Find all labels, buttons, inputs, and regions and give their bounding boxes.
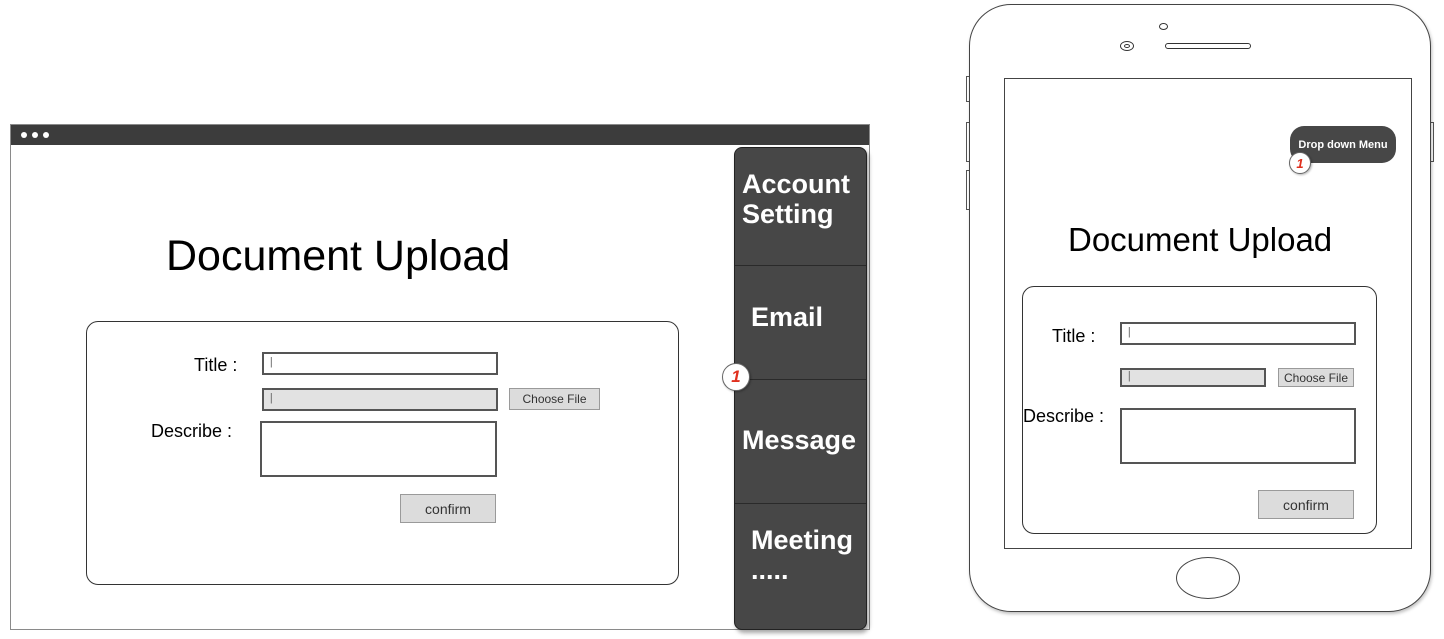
confirm-button[interactable]: confirm <box>400 494 496 523</box>
tablet-screen: Drop down Menu 1 Document Upload Title :… <box>1004 78 1412 549</box>
tablet-frame: Drop down Menu 1 Document Upload Title :… <box>969 4 1431 612</box>
page-title: Document Upload <box>166 232 511 280</box>
menu-item-meeting[interactable]: Meeting ..... <box>735 503 866 629</box>
window-dot-icon <box>32 132 38 138</box>
tablet-device: Drop down Menu 1 Document Upload Title :… <box>965 2 1439 616</box>
choose-file-button[interactable]: Choose File <box>509 388 600 410</box>
menu-item-message[interactable]: Message <box>735 379 866 503</box>
describe-label: Describe : <box>1023 406 1105 426</box>
menu-item-label: Email <box>751 302 824 332</box>
upload-form-card: Title : | | Choose File Describe : confi… <box>86 321 679 585</box>
describe-textarea[interactable] <box>1120 408 1356 464</box>
menu-item-account-setting[interactable]: Account Setting <box>735 148 866 265</box>
desktop-browser-window: Document Upload Title : | | Choose File … <box>10 124 870 630</box>
choose-file-button[interactable]: Choose File <box>1278 368 1354 387</box>
menu-item-label: Meeting <box>751 525 854 555</box>
upload-form-card: Title : | | Choose File Describe : confi… <box>1022 286 1377 534</box>
title-label: Title : <box>1052 326 1096 346</box>
describe-label: Describe : <box>151 421 233 441</box>
title-input[interactable]: | <box>1120 322 1356 345</box>
describe-textarea[interactable] <box>260 421 497 477</box>
menu-item-label: Setting <box>742 199 834 229</box>
front-camera-icon <box>1120 41 1134 51</box>
window-dot-icon <box>43 132 49 138</box>
menu-item-label: ..... <box>751 555 789 585</box>
window-dot-icon <box>21 132 27 138</box>
annotation-badge: 1 <box>1289 152 1311 174</box>
home-button[interactable] <box>1176 557 1240 599</box>
page-title: Document Upload <box>1068 221 1333 258</box>
file-path-input[interactable]: | <box>1120 368 1266 387</box>
title-input[interactable]: | <box>262 352 498 375</box>
confirm-button[interactable]: confirm <box>1258 490 1354 519</box>
menu-item-label: Account <box>742 169 850 199</box>
menu-item-label: Message <box>742 425 857 455</box>
menu-item-email[interactable]: Email <box>735 265 866 379</box>
title-label: Title : <box>194 355 238 375</box>
speaker-icon <box>1165 43 1251 49</box>
annotation-badge: 1 <box>722 363 750 391</box>
side-menu: Account Setting Email Message Meeting ..… <box>734 147 867 630</box>
browser-title-bar <box>11 125 869 145</box>
file-path-input[interactable]: | <box>262 388 498 411</box>
camera-icon <box>1159 23 1168 30</box>
